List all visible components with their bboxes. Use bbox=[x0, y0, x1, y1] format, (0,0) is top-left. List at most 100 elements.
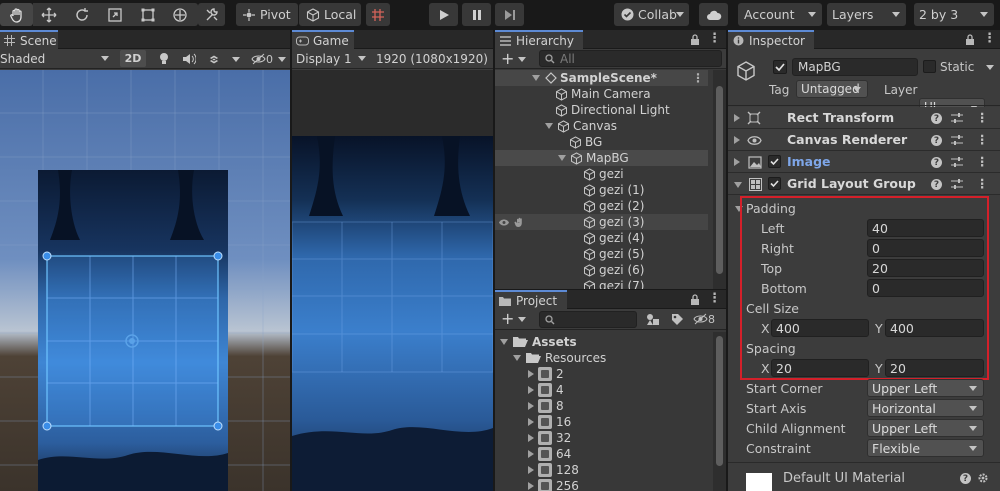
lighting-icon[interactable] bbox=[156, 51, 172, 67]
folder-assets[interactable]: Assets bbox=[500, 334, 577, 350]
transform-all-tool-icon[interactable] bbox=[169, 6, 191, 23]
more-options-icon[interactable]: ⋮ bbox=[976, 154, 989, 169]
step-button[interactable] bbox=[495, 3, 524, 26]
display-dropdown[interactable]: Display 1 bbox=[296, 50, 366, 67]
tab-scene[interactable]: Scene bbox=[0, 30, 58, 49]
hidden-objects-toggle[interactable]: 0 bbox=[250, 51, 273, 67]
active-checkbox[interactable] bbox=[773, 60, 787, 74]
tree-item-gezi-5[interactable]: gezi (5) bbox=[495, 246, 708, 262]
pause-button[interactable] bbox=[462, 3, 491, 26]
scale-tool-icon[interactable] bbox=[104, 6, 126, 23]
scene-more-icon[interactable]: ⋮ bbox=[692, 71, 704, 85]
help-icon[interactable]: ? bbox=[931, 113, 942, 124]
tree-item-gezi-6[interactable]: gezi (6) bbox=[495, 262, 708, 278]
asset-32[interactable]: 32 bbox=[528, 430, 571, 446]
scrollbar-thumb[interactable] bbox=[716, 336, 723, 466]
asset-8[interactable]: 8 bbox=[528, 398, 564, 414]
scene-viewport[interactable] bbox=[0, 70, 290, 491]
scrollbar-thumb[interactable] bbox=[716, 86, 723, 274]
game-viewport[interactable] bbox=[292, 70, 493, 491]
component-rect-transform[interactable]: Rect Transform ? ⋮ bbox=[728, 107, 1000, 129]
component-grid-layout-group[interactable]: Grid Layout Group ? ⋮ bbox=[728, 173, 1000, 195]
tree-item-gezi-3[interactable]: gezi (3) bbox=[495, 214, 708, 230]
image-enabled-checkbox[interactable] bbox=[768, 155, 781, 168]
resolution-dropdown[interactable]: 1920 (1080x1920) bbox=[376, 50, 492, 67]
custom-tools-button[interactable] bbox=[198, 3, 225, 26]
tree-item-gezi-2[interactable]: gezi (2) bbox=[495, 198, 708, 214]
audio-icon[interactable] bbox=[181, 51, 197, 67]
account-dropdown[interactable]: Account bbox=[738, 3, 822, 26]
more-options-icon[interactable]: ⋮ bbox=[708, 291, 721, 306]
asset-16[interactable]: 16 bbox=[528, 414, 571, 430]
more-options-icon[interactable]: ⋮ bbox=[976, 132, 989, 147]
hidden-packages-toggle[interactable]: 8 bbox=[693, 312, 715, 326]
asset-4[interactable]: 4 bbox=[528, 382, 564, 398]
pickable-hand-icon[interactable] bbox=[513, 216, 525, 228]
start-corner-dropdown[interactable]: Upper Left bbox=[867, 379, 984, 397]
search-by-type-icon[interactable] bbox=[645, 312, 661, 326]
tree-item-gezi-1[interactable]: gezi (1) bbox=[495, 182, 708, 198]
collab-dropdown[interactable]: Collab bbox=[614, 3, 689, 26]
tab-inspector[interactable]: Inspector bbox=[728, 30, 814, 49]
preset-sliders-icon[interactable] bbox=[950, 155, 964, 169]
tree-item-directional-light[interactable]: Directional Light bbox=[495, 102, 708, 118]
layers-dropdown[interactable]: Layers bbox=[827, 3, 906, 26]
asset-64[interactable]: 64 bbox=[528, 446, 571, 462]
shading-mode-dropdown[interactable]: Shaded bbox=[0, 50, 113, 67]
cloud-button[interactable] bbox=[699, 3, 728, 26]
tree-item-mapbg[interactable]: MapBG bbox=[495, 150, 708, 166]
effects-dropdown-chevron-icon[interactable] bbox=[232, 57, 240, 62]
hierarchy-scrollbar[interactable] bbox=[713, 70, 726, 289]
static-checkbox[interactable] bbox=[923, 60, 936, 73]
move-tool-icon[interactable] bbox=[38, 6, 60, 23]
asset-2[interactable]: 2 bbox=[528, 366, 564, 382]
visibility-eye-icon[interactable] bbox=[498, 216, 510, 228]
tag-dropdown[interactable]: Untagged bbox=[796, 80, 868, 98]
static-dropdown[interactable]: Static bbox=[940, 58, 996, 76]
project-search-input[interactable] bbox=[539, 311, 637, 328]
effects-icon[interactable] bbox=[206, 51, 222, 67]
child-alignment-dropdown[interactable]: Upper Left bbox=[867, 419, 984, 437]
folder-resources[interactable]: Resources bbox=[513, 350, 606, 366]
grid-layout-enabled-checkbox[interactable] bbox=[768, 177, 781, 190]
tab-project[interactable]: Project bbox=[495, 290, 567, 309]
preset-sliders-icon[interactable] bbox=[950, 133, 964, 147]
selection-rect-gizmo[interactable] bbox=[0, 70, 290, 491]
preset-sliders-icon[interactable] bbox=[950, 111, 964, 125]
asset-128[interactable]: 128 bbox=[528, 462, 579, 478]
rotate-tool-icon[interactable] bbox=[71, 6, 93, 23]
pivot-toggle[interactable]: Pivot bbox=[236, 3, 298, 26]
help-icon[interactable]: ? bbox=[931, 135, 942, 146]
lock-icon[interactable] bbox=[689, 33, 701, 46]
play-button[interactable] bbox=[429, 3, 458, 26]
tab-hierarchy[interactable]: Hierarchy bbox=[495, 30, 583, 49]
more-options-icon[interactable]: ⋮ bbox=[708, 31, 721, 46]
lock-icon[interactable] bbox=[689, 293, 701, 306]
more-options-icon[interactable]: ⋮ bbox=[976, 176, 989, 191]
tree-item-main-camera[interactable]: Main Camera bbox=[495, 86, 708, 102]
gizmos-chevron-icon[interactable] bbox=[278, 57, 286, 62]
more-options-icon[interactable]: ⋮ bbox=[983, 31, 996, 46]
component-canvas-renderer[interactable]: Canvas Renderer ? ⋮ bbox=[728, 129, 1000, 151]
tab-game[interactable]: Game bbox=[292, 30, 354, 49]
project-scrollbar[interactable] bbox=[713, 332, 726, 491]
more-options-icon[interactable]: ⋮ bbox=[976, 110, 989, 125]
object-name-input[interactable]: MapBG bbox=[792, 58, 918, 76]
material-preview-swatch[interactable] bbox=[746, 473, 772, 491]
tree-item-bg[interactable]: BG bbox=[495, 134, 708, 150]
hand-tool-button[interactable] bbox=[0, 3, 33, 26]
2d-mode-toggle[interactable]: 2D bbox=[120, 50, 146, 67]
help-icon[interactable]: ? bbox=[931, 157, 942, 168]
tree-item-scene[interactable]: SampleScene* ⋮ bbox=[495, 70, 708, 86]
asset-256[interactable]: 256 bbox=[528, 478, 579, 491]
hierarchy-search-input[interactable]: All bbox=[539, 50, 722, 67]
constraint-dropdown[interactable]: Flexible bbox=[867, 439, 984, 457]
start-axis-dropdown[interactable]: Horizontal bbox=[867, 399, 984, 417]
create-button[interactable]: + bbox=[501, 51, 527, 67]
component-image[interactable]: Image ? ⋮ bbox=[728, 151, 1000, 173]
preset-sliders-icon[interactable] bbox=[950, 177, 964, 191]
tree-item-gezi[interactable]: gezi bbox=[495, 166, 708, 182]
layout-dropdown[interactable]: 2 by 3 bbox=[914, 3, 994, 26]
help-icon[interactable]: ? bbox=[960, 473, 971, 484]
lock-icon[interactable] bbox=[964, 33, 976, 46]
